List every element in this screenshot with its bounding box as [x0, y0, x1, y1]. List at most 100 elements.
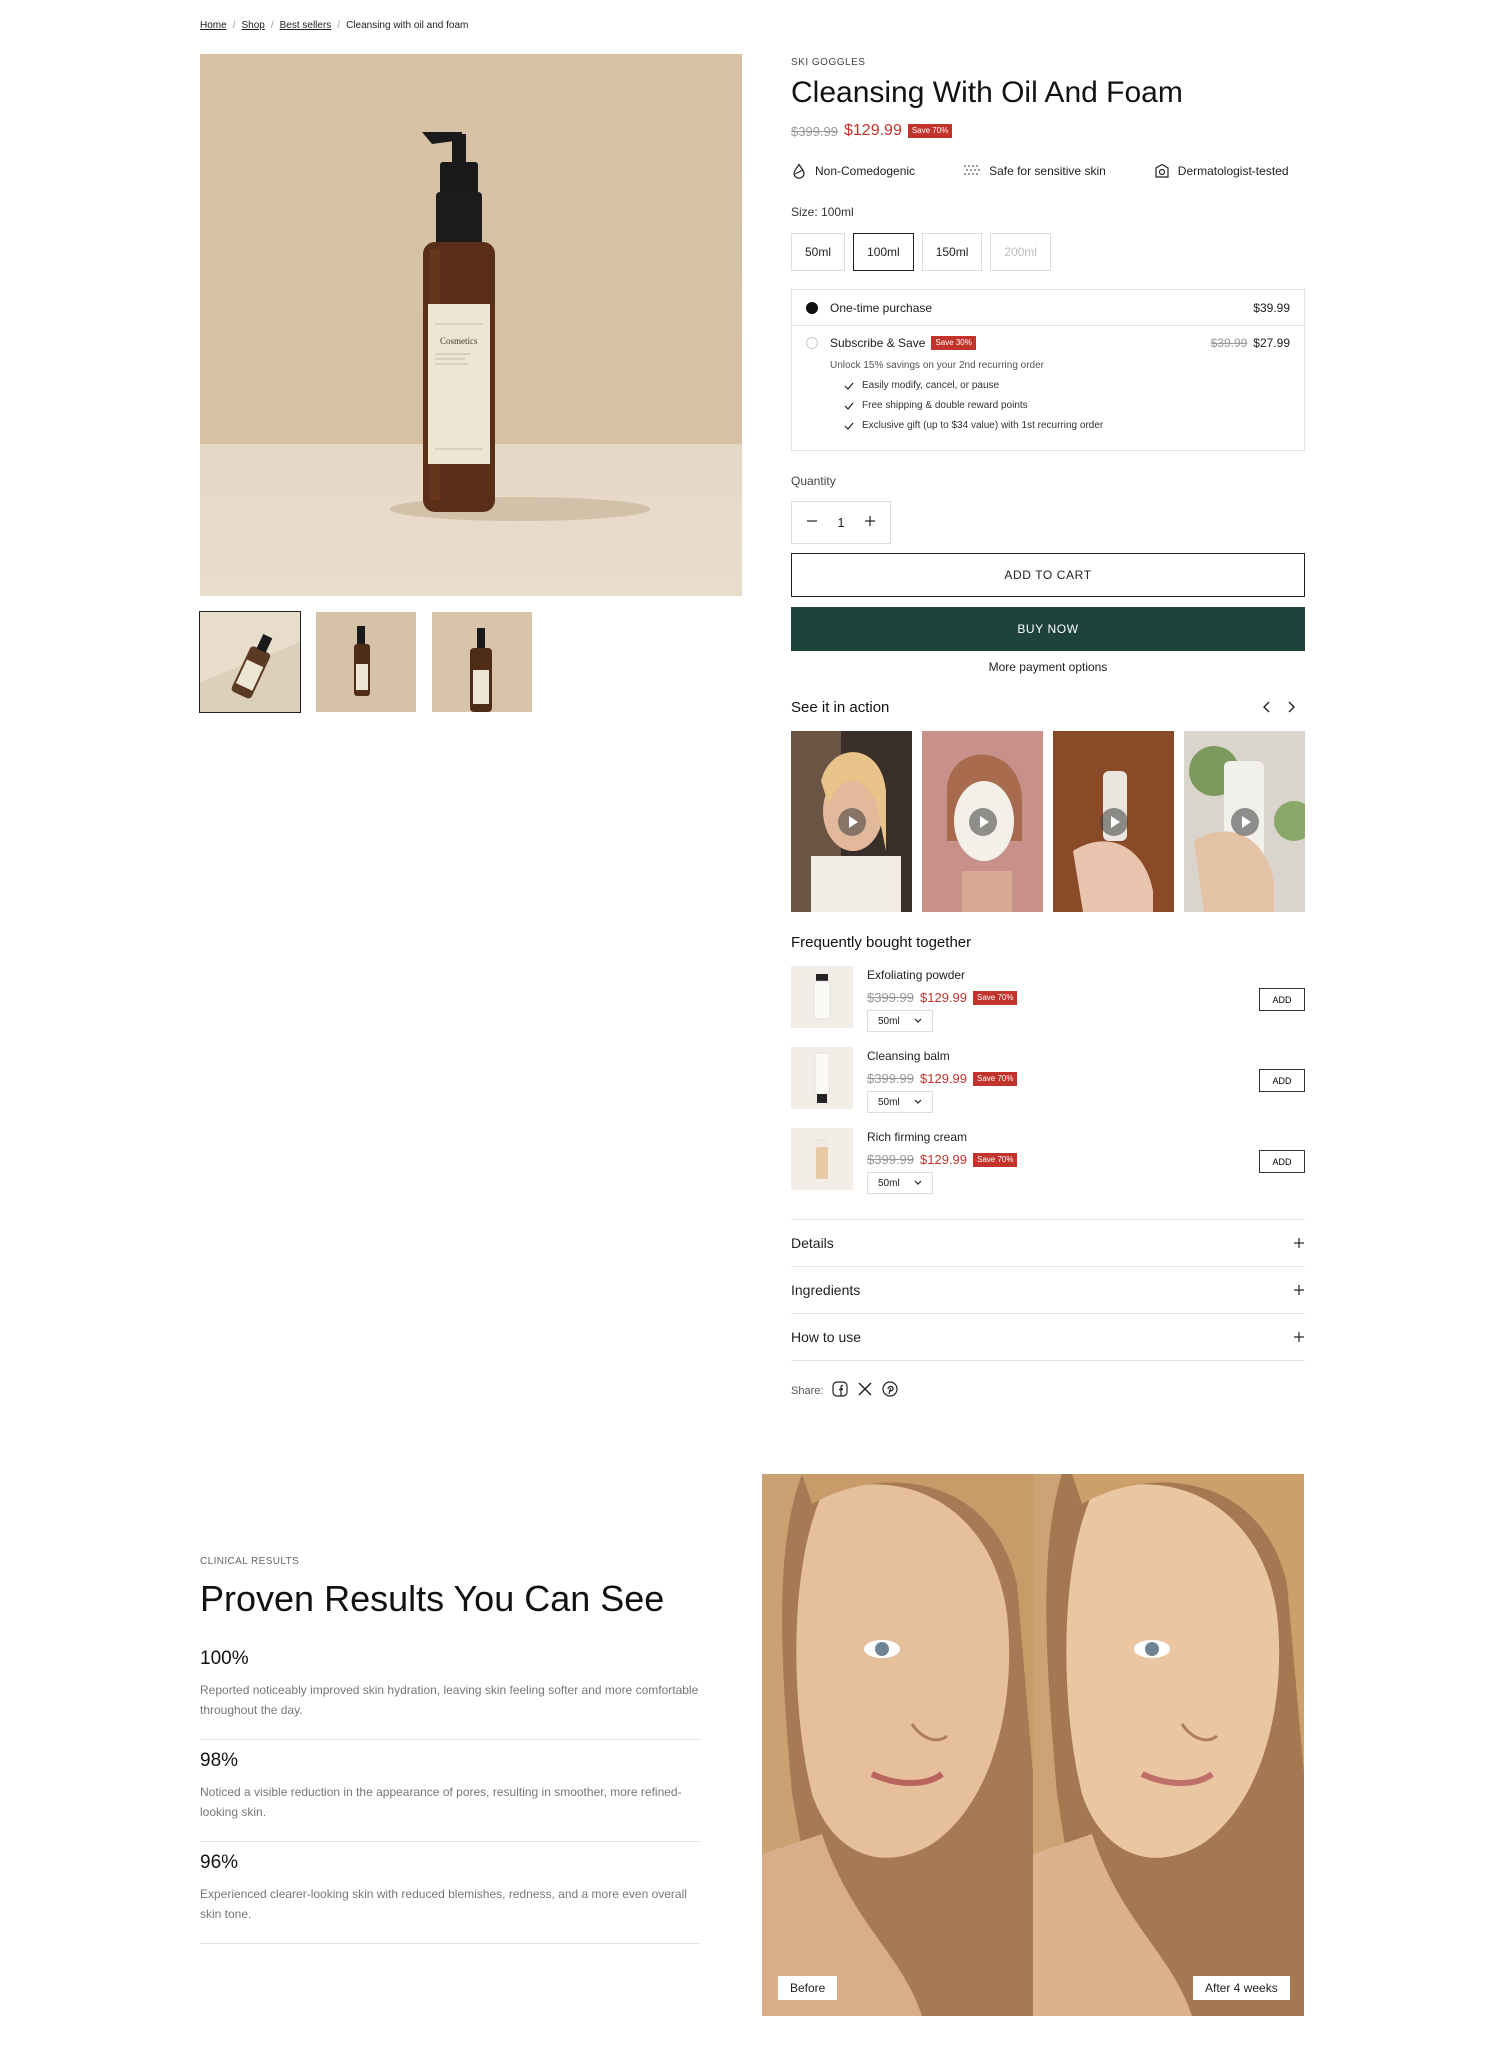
video-card[interactable]	[1053, 731, 1174, 912]
radio-unselected[interactable]	[806, 337, 818, 349]
benefit-item: Exclusive gift (up to $34 value) with 1s…	[844, 420, 1290, 431]
before-after-image[interactable]	[762, 1474, 1304, 2016]
fbt-compare-price: $399.99	[867, 1071, 914, 1086]
fbt-variant-select[interactable]: 50ml	[867, 1172, 933, 1194]
fbt-compare-price: $399.99	[867, 990, 914, 1005]
before-label: Before	[778, 1976, 838, 2000]
stat-item: 98% Noticed a visible reduction in the a…	[200, 1750, 700, 1842]
check-icon	[844, 382, 854, 390]
breadcrumb-separator: /	[337, 20, 341, 31]
fbt-item: Exfoliating powder $399.99 $129.99 Save …	[791, 966, 1305, 1032]
fbt-product-name[interactable]: Rich firming cream	[867, 1130, 967, 1144]
size-option-200ml[interactable]: 200ml	[990, 233, 1052, 271]
accordion-how-to-use[interactable]: How to use	[791, 1313, 1305, 1360]
x-icon[interactable]	[857, 1381, 873, 1400]
feature-item: Dermatologist-tested	[1154, 163, 1289, 179]
fbt-add-button[interactable]: ADD	[1259, 988, 1305, 1011]
play-icon[interactable]	[1230, 807, 1259, 836]
texture-icon	[964, 165, 980, 175]
size-option-50ml[interactable]: 50ml	[791, 233, 846, 271]
feature-label: Dermatologist-tested	[1177, 164, 1289, 178]
feature-label: Non-Comedogenic	[815, 164, 916, 178]
fbt-add-button[interactable]: ADD	[1259, 1150, 1305, 1173]
subscribe-header: Subscribe & Save Save 30% $39.99 $27.99	[806, 336, 1290, 350]
fbt-save-badge: Save 70%	[973, 1152, 1018, 1167]
video-card[interactable]	[922, 731, 1043, 912]
breadcrumb-home[interactable]: Home	[200, 20, 227, 31]
fbt-save-badge: Save 70%	[973, 1071, 1018, 1086]
accordion-details[interactable]: Details	[791, 1219, 1305, 1266]
feature-item: Non-Comedogenic	[791, 163, 915, 179]
sale-price: $129.99	[844, 122, 902, 139]
badge-icon	[1155, 163, 1169, 178]
fbt-compare-price: $399.99	[867, 1152, 914, 1167]
before-after-portraits	[762, 1474, 1304, 2016]
plus-icon	[1294, 1332, 1304, 1342]
plus-icon	[1294, 1285, 1304, 1295]
product-vendor: SKI GOGGLES	[791, 57, 866, 68]
accordion-ingredients[interactable]: Ingredients	[791, 1266, 1305, 1313]
breadcrumb-separator: /	[232, 20, 236, 31]
clinical-eyebrow: CLINICAL RESULTS	[200, 1556, 300, 1567]
add-to-cart-button[interactable]: ADD TO CART	[791, 553, 1305, 597]
video-card[interactable]	[791, 731, 912, 912]
fbt-product-image	[791, 966, 853, 1028]
fbt-variant-select[interactable]: 50ml	[867, 1091, 933, 1113]
fbt-product-name[interactable]: Exfoliating powder	[867, 968, 965, 982]
share-label: Share:	[791, 1384, 824, 1397]
clinical-title: Proven Results You Can See	[200, 1578, 665, 1619]
share-bar: Share:	[791, 1381, 899, 1400]
chevron-left-icon[interactable]	[1262, 700, 1272, 716]
size-label: Size: 100ml	[791, 205, 854, 219]
minus-icon[interactable]	[806, 515, 818, 530]
fbt-price: $129.99	[920, 1071, 967, 1086]
accordion-title: How to use	[791, 1329, 862, 1345]
product-title: Cleansing With Oil And Foam	[791, 76, 1183, 109]
thumbnail-image	[200, 612, 300, 712]
fbt-variant-select[interactable]: 50ml	[867, 1010, 933, 1032]
plus-icon[interactable]	[864, 515, 876, 530]
product-thumbnail[interactable]	[432, 612, 532, 712]
buy-now-button[interactable]: BUY NOW	[791, 607, 1305, 651]
drop-icon	[793, 163, 805, 179]
stat-item: 100% Reported noticeably improved skin h…	[200, 1648, 700, 1740]
facebook-icon[interactable]	[832, 1381, 849, 1400]
quantity-value[interactable]: 1	[837, 515, 844, 530]
pinterest-icon[interactable]	[882, 1381, 899, 1400]
subscribe-option[interactable]: Subscribe & Save Save 30% $39.99 $27.99 …	[806, 336, 1290, 431]
size-label-text: Size:	[791, 205, 818, 219]
breadcrumb-best-sellers[interactable]: Best sellers	[280, 20, 332, 31]
play-icon[interactable]	[1099, 807, 1128, 836]
fbt-prices: $399.99 $129.99 Save 70%	[867, 990, 1018, 1005]
fbt-variant-value: 50ml	[878, 1177, 900, 1189]
one-time-purchase-option[interactable]: One-time purchase $39.99	[792, 290, 1304, 326]
benefit-text: Exclusive gift (up to $34 value) with 1s…	[862, 420, 1104, 431]
size-option-150ml[interactable]: 150ml	[921, 233, 983, 271]
price-row: $399.99 $129.99 Save 70%	[791, 122, 953, 140]
play-icon[interactable]	[837, 807, 866, 836]
stat-description: Experienced clearer-looking skin with re…	[200, 1887, 687, 1921]
fbt-prices: $399.99 $129.99 Save 70%	[867, 1152, 1018, 1167]
stat-value: 100%	[200, 1648, 249, 1669]
after-portrait	[1033, 1474, 1304, 2016]
breadcrumb-shop[interactable]: Shop	[241, 20, 264, 31]
chevron-down-icon	[914, 1099, 922, 1104]
size-option-100ml[interactable]: 100ml	[853, 233, 914, 271]
subscribe-save-badge: Save 30%	[931, 336, 976, 350]
radio-selected[interactable]	[806, 301, 818, 314]
fbt-product-image	[791, 1047, 853, 1109]
more-payment-options-link[interactable]: More payment options	[791, 660, 1305, 674]
video-card[interactable]	[1184, 731, 1305, 912]
check-icon	[844, 422, 854, 430]
accordion-title: Details	[791, 1235, 834, 1251]
chevron-right-icon[interactable]	[1286, 700, 1296, 716]
fbt-product-name[interactable]: Cleansing balm	[867, 1049, 950, 1063]
fbt-item: Rich firming cream $399.99 $129.99 Save …	[791, 1128, 1305, 1194]
product-thumbnail[interactable]	[199, 611, 301, 713]
chevron-down-icon	[914, 1018, 922, 1023]
fbt-add-button[interactable]: ADD	[1259, 1069, 1305, 1092]
product-main-image[interactable]: Cosmetics	[200, 54, 742, 596]
fbt-price: $129.99	[920, 990, 967, 1005]
play-icon[interactable]	[968, 807, 997, 836]
product-thumbnail[interactable]	[316, 612, 416, 712]
